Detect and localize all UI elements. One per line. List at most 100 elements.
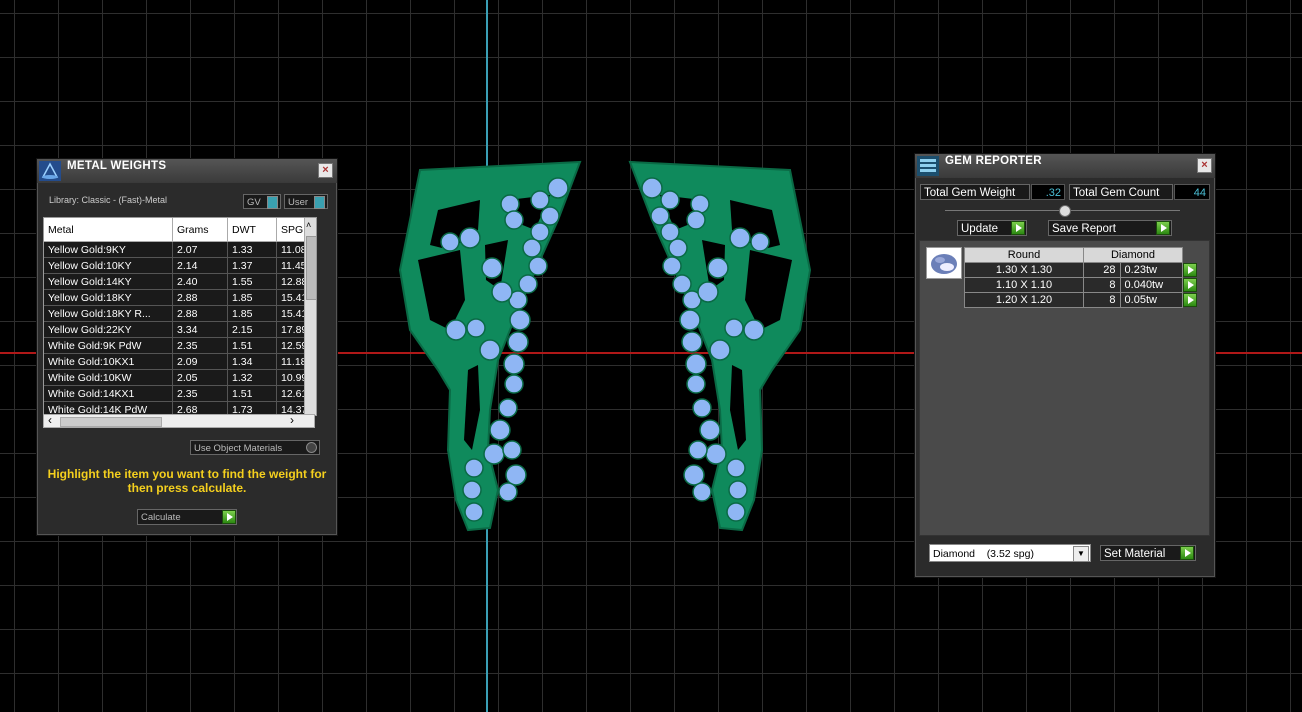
gem-report-area: Round Diamond 1.30 X 1.30 28 0.23tw 1.10… bbox=[919, 240, 1210, 536]
grams-cell: 2.88 bbox=[172, 305, 228, 322]
table-row[interactable]: 1.30 X 1.30 28 0.23tw bbox=[964, 262, 1206, 278]
count-cell: 8 bbox=[1083, 277, 1121, 293]
metal-table-header: Metal Grams DWT SPG bbox=[44, 218, 316, 242]
col-round: Round bbox=[964, 247, 1084, 263]
metal-weights-panel: METAL WEIGHTS × Library: Classic - (Fast… bbox=[36, 158, 338, 536]
jewelry-model[interactable] bbox=[380, 150, 830, 540]
metal-table: Metal Grams DWT SPG Yellow Gold:9KY 2.07 1… bbox=[43, 217, 317, 416]
size-cell: 1.30 X 1.30 bbox=[964, 262, 1084, 278]
table-row[interactable]: White Gold:10KW 2.05 1.32 10.99 bbox=[44, 369, 316, 386]
col-diamond: Diamond bbox=[1083, 247, 1183, 263]
table-row[interactable]: White Gold:14KX1 2.35 1.51 12.61 bbox=[44, 385, 316, 402]
weight-cell: 0.040tw bbox=[1119, 277, 1184, 293]
col-dwt[interactable]: DWT bbox=[227, 218, 277, 242]
table-row[interactable]: Yellow Gold:18KY R... 2.88 1.85 15.41 bbox=[44, 305, 316, 322]
scroll-right-icon[interactable]: › bbox=[290, 413, 294, 427]
table-row[interactable]: Yellow Gold:22KY 3.34 2.15 17.89 bbox=[44, 321, 316, 338]
weight-cell: 0.05tw bbox=[1119, 292, 1184, 308]
dwt-cell: 1.37 bbox=[227, 257, 277, 274]
total-gem-weight-label: Total Gem Weight bbox=[920, 184, 1030, 200]
instruction-message: Highlight the item you want to find the … bbox=[47, 467, 327, 495]
use-object-materials-toggle[interactable]: Use Object Materials bbox=[190, 440, 320, 455]
table-row[interactable]: Yellow Gold:18KY 2.88 1.85 15.41 bbox=[44, 289, 316, 306]
table-row[interactable]: 1.20 X 1.20 8 0.05tw bbox=[964, 292, 1206, 308]
gem-table-header: Round Diamond bbox=[964, 247, 1206, 263]
gem-thumbnail[interactable] bbox=[926, 247, 962, 279]
save-report-label: Save Report bbox=[1052, 223, 1116, 235]
grams-cell: 2.35 bbox=[172, 385, 228, 402]
dwt-cell: 1.55 bbox=[227, 273, 277, 290]
count-cell: 28 bbox=[1083, 262, 1121, 278]
table-row[interactable]: Yellow Gold:14KY 2.40 1.55 12.88 bbox=[44, 273, 316, 290]
metal-cell: White Gold:14KX1 bbox=[44, 385, 173, 402]
grams-cell: 2.14 bbox=[172, 257, 228, 274]
table-row[interactable]: 1.10 X 1.10 8 0.040tw bbox=[964, 277, 1206, 293]
gem-reporter-titlebar[interactable]: GEM REPORTER × bbox=[915, 154, 1215, 178]
horizontal-scrollbar[interactable]: ‹ › bbox=[43, 413, 315, 428]
scale-icon bbox=[39, 161, 61, 181]
total-gem-weight-value: .32 bbox=[1031, 184, 1065, 200]
splitter-handle[interactable] bbox=[1059, 205, 1071, 217]
round-gem-icon bbox=[931, 254, 957, 274]
user-label: User bbox=[288, 197, 309, 208]
close-button[interactable]: × bbox=[318, 163, 333, 178]
vertical-scroll-thumb[interactable] bbox=[306, 236, 316, 300]
scroll-left-icon[interactable]: ‹ bbox=[48, 413, 52, 427]
vertical-scrollbar[interactable]: ˄ bbox=[304, 218, 316, 415]
table-row[interactable]: White Gold:9K PdW 2.35 1.51 12.59 bbox=[44, 337, 316, 354]
dwt-cell: 1.32 bbox=[227, 369, 277, 386]
grams-cell: 3.34 bbox=[172, 321, 228, 338]
gem-reporter-title: GEM REPORTER bbox=[945, 155, 1042, 167]
col-grams[interactable]: Grams bbox=[172, 218, 228, 242]
user-toggle-indicator bbox=[314, 196, 325, 209]
material-select-value: Diamond (3.52 spg) bbox=[933, 548, 1034, 560]
metal-cell: White Gold:10KW bbox=[44, 369, 173, 386]
dwt-cell: 1.85 bbox=[227, 289, 277, 306]
dwt-cell: 1.85 bbox=[227, 305, 277, 322]
gv-toggle[interactable]: GV bbox=[243, 194, 281, 209]
gem-report-icon bbox=[917, 156, 939, 176]
gv-toggle-indicator bbox=[267, 196, 278, 209]
total-gem-count-value: 44 bbox=[1174, 184, 1210, 200]
row-arrow-icon[interactable] bbox=[1183, 292, 1197, 307]
row-arrow-icon[interactable] bbox=[1183, 262, 1197, 277]
count-cell: 8 bbox=[1083, 292, 1121, 308]
play-arrow-icon bbox=[222, 510, 236, 524]
grams-cell: 2.88 bbox=[172, 289, 228, 306]
table-row[interactable]: Yellow Gold:9KY 2.07 1.33 11.08 bbox=[44, 241, 316, 258]
update-label: Update bbox=[961, 223, 999, 235]
play-arrow-icon bbox=[1180, 546, 1194, 560]
horizontal-scroll-thumb[interactable] bbox=[60, 417, 162, 427]
play-arrow-icon bbox=[1011, 221, 1025, 235]
radio-icon bbox=[306, 442, 317, 453]
grams-cell: 2.40 bbox=[172, 273, 228, 290]
update-button[interactable]: Update bbox=[957, 220, 1027, 236]
metal-cell: Yellow Gold:9KY bbox=[44, 241, 173, 258]
set-material-button[interactable]: Set Material bbox=[1100, 545, 1196, 561]
table-row[interactable]: Yellow Gold:10KY 2.14 1.37 11.45 bbox=[44, 257, 316, 274]
grams-cell: 2.07 bbox=[172, 241, 228, 258]
use-object-materials-label: Use Object Materials bbox=[194, 443, 283, 454]
metal-cell: Yellow Gold:10KY bbox=[44, 257, 173, 274]
gem-table: Round Diamond 1.30 X 1.30 28 0.23tw 1.10… bbox=[964, 247, 1206, 308]
size-cell: 1.20 X 1.20 bbox=[964, 292, 1084, 308]
calculate-button[interactable]: Calculate bbox=[137, 509, 237, 525]
material-select[interactable]: Diamond (3.52 spg) ▼ bbox=[929, 544, 1091, 562]
dwt-cell: 1.51 bbox=[227, 385, 277, 402]
close-button[interactable]: × bbox=[1197, 158, 1212, 173]
scroll-up-icon[interactable]: ˄ bbox=[306, 220, 311, 230]
table-row[interactable]: White Gold:10KX1 2.09 1.34 11.18 bbox=[44, 353, 316, 370]
save-report-button[interactable]: Save Report bbox=[1048, 220, 1172, 236]
metal-cell: White Gold:9K PdW bbox=[44, 337, 173, 354]
grams-cell: 2.09 bbox=[172, 353, 228, 370]
metal-cell: Yellow Gold:18KY R... bbox=[44, 305, 173, 322]
user-toggle[interactable]: User bbox=[284, 194, 328, 209]
weight-cell: 0.23tw bbox=[1119, 262, 1184, 278]
grams-cell: 2.35 bbox=[172, 337, 228, 354]
chevron-down-icon[interactable]: ▼ bbox=[1073, 546, 1089, 562]
col-metal[interactable]: Metal bbox=[44, 218, 173, 242]
metal-cell: Yellow Gold:14KY bbox=[44, 273, 173, 290]
calculate-label: Calculate bbox=[141, 512, 181, 523]
row-arrow-icon[interactable] bbox=[1183, 277, 1197, 292]
metal-weights-titlebar[interactable]: METAL WEIGHTS × bbox=[37, 159, 337, 183]
